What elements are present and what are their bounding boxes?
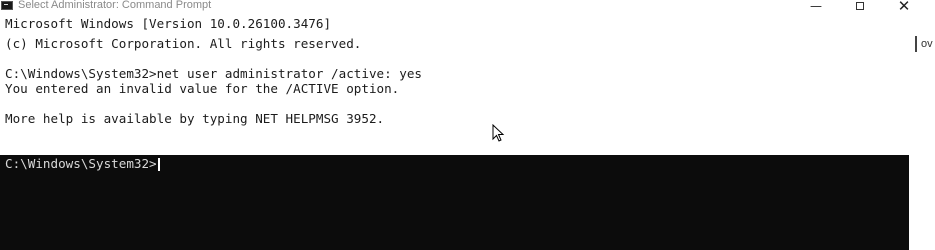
console-line-version: Microsoft Windows [Version 10.0.26100.34… (5, 16, 332, 31)
background-window-text: ov (921, 38, 933, 50)
background-window-divider (915, 36, 917, 52)
console-line-error: You entered an invalid value for the /AC… (5, 81, 400, 96)
cmd-icon (1, 1, 13, 10)
maximize-button[interactable] (838, 0, 882, 16)
window-title: Select Administrator: Command Prompt (18, 0, 212, 11)
command-prompt-line[interactable]: C:\Windows\System32> (5, 156, 160, 172)
console-line-help: More help is available by typing NET HEL… (5, 111, 385, 126)
minimize-icon: — (810, 0, 822, 13)
maximize-icon (856, 1, 864, 10)
close-icon: ✕ (897, 0, 911, 15)
prompt-text: C:\Windows\System32> (5, 156, 157, 171)
console-output[interactable]: Microsoft Windows [Version 10.0.26100.34… (0, 15, 912, 155)
text-cursor (157, 158, 160, 171)
command-prompt-window[interactable]: Select Administrator: Command Prompt — ✕… (0, 0, 912, 250)
mouse-pointer-icon (492, 124, 505, 142)
console-line-command: C:\Windows\System32>net user administrat… (5, 66, 423, 81)
minimize-button[interactable]: — (794, 0, 838, 16)
selected-console-region[interactable]: C:\Windows\System32> (0, 155, 909, 250)
console-line-copyright: (c) Microsoft Corporation. All rights re… (5, 36, 362, 51)
close-button[interactable]: ✕ (882, 0, 912, 16)
title-bar[interactable]: Select Administrator: Command Prompt — ✕ (0, 0, 912, 15)
